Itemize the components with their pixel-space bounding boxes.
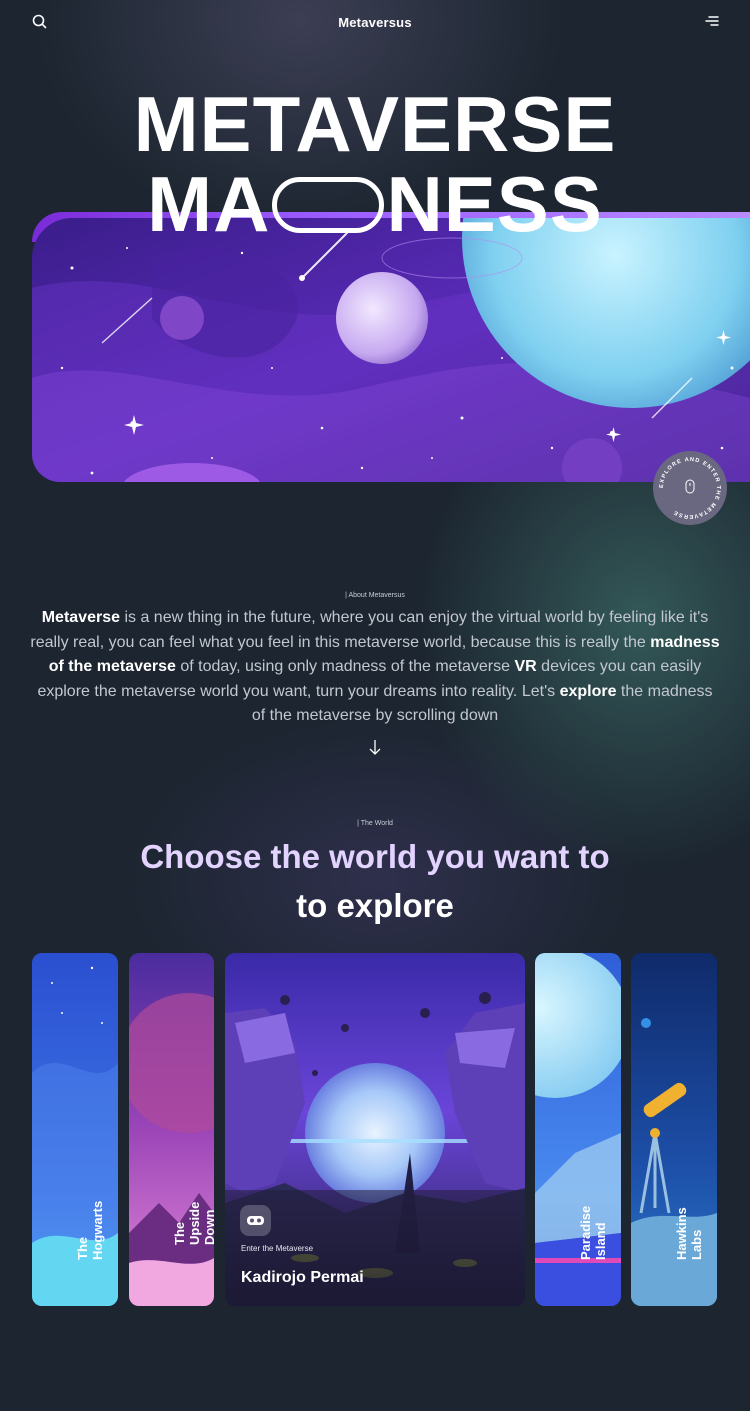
page: Metaversus METAVERSE MA NESS EXPLORE AND… [0,0,750,1411]
arrow-down-icon[interactable] [365,738,385,758]
hero-title-line-2-start: MA [147,160,271,248]
world-card-hogwarts[interactable]: The Hogwarts [32,953,118,1306]
about-bold-4: explore [559,682,617,700]
world-card-title: The Upside Down [171,1201,215,1245]
world-card-kadirojo-permai[interactable]: Enter the Metaverse Kadirojo Permai [225,953,525,1306]
brand-name[interactable]: Metaversus [0,15,750,30]
world-heading-line-2: to explore [296,887,454,924]
vr-headset-icon[interactable] [240,1205,271,1236]
hero-title-line-2-end: NESS [386,160,603,248]
about-label: | About Metaversus [345,592,405,599]
hero-space-illustration [32,218,750,482]
about-text-2: of today, using only madness of the meta… [175,658,515,675]
explore-badge-button[interactable]: EXPLORE AND ENTER THE METAVERSE [653,451,727,525]
about-paragraph: Metaverse is a new thing in the future, … [30,606,720,729]
about-bold-1: Metaverse [41,609,120,626]
world-card-title: Paradise Island [578,1205,608,1260]
hero-title-line-1: METAVERSE [133,80,617,168]
world-card-title: Hawkins Labs [674,1207,704,1260]
about-text-1: is a new thing in the future, where you … [30,609,709,651]
world-card-hawkins-labs[interactable]: Hawkins Labs [631,953,717,1306]
world-card-paradise-island[interactable]: Paradise Island [535,953,621,1306]
svg-text:EXPLORE AND ENTER THE METAVERS: EXPLORE AND ENTER THE METAVERSE [659,457,721,519]
top-navbar: Metaversus [0,0,750,44]
hero-title-line-2: MA NESS [0,165,750,246]
hero-title: METAVERSE MA NESS [0,80,750,246]
world-card-upside-down[interactable]: The Upside Down [129,953,214,1306]
featured-card-title: Kadirojo Permai [241,1269,364,1286]
world-label: | The World [357,820,393,827]
world-card-title: The Hogwarts [75,1200,105,1260]
badge-text: EXPLORE AND ENTER THE METAVERSE [659,457,720,519]
world-heading-line-1: Choose the world you want to [140,838,610,875]
world-heading: Choose the world you want to to explore [0,832,750,930]
menu-icon[interactable] [704,13,720,29]
about-bold-3: VR [514,658,537,675]
featured-card-subtitle: Enter the Metaverse [241,1244,314,1253]
pill-shape-icon [272,177,385,233]
